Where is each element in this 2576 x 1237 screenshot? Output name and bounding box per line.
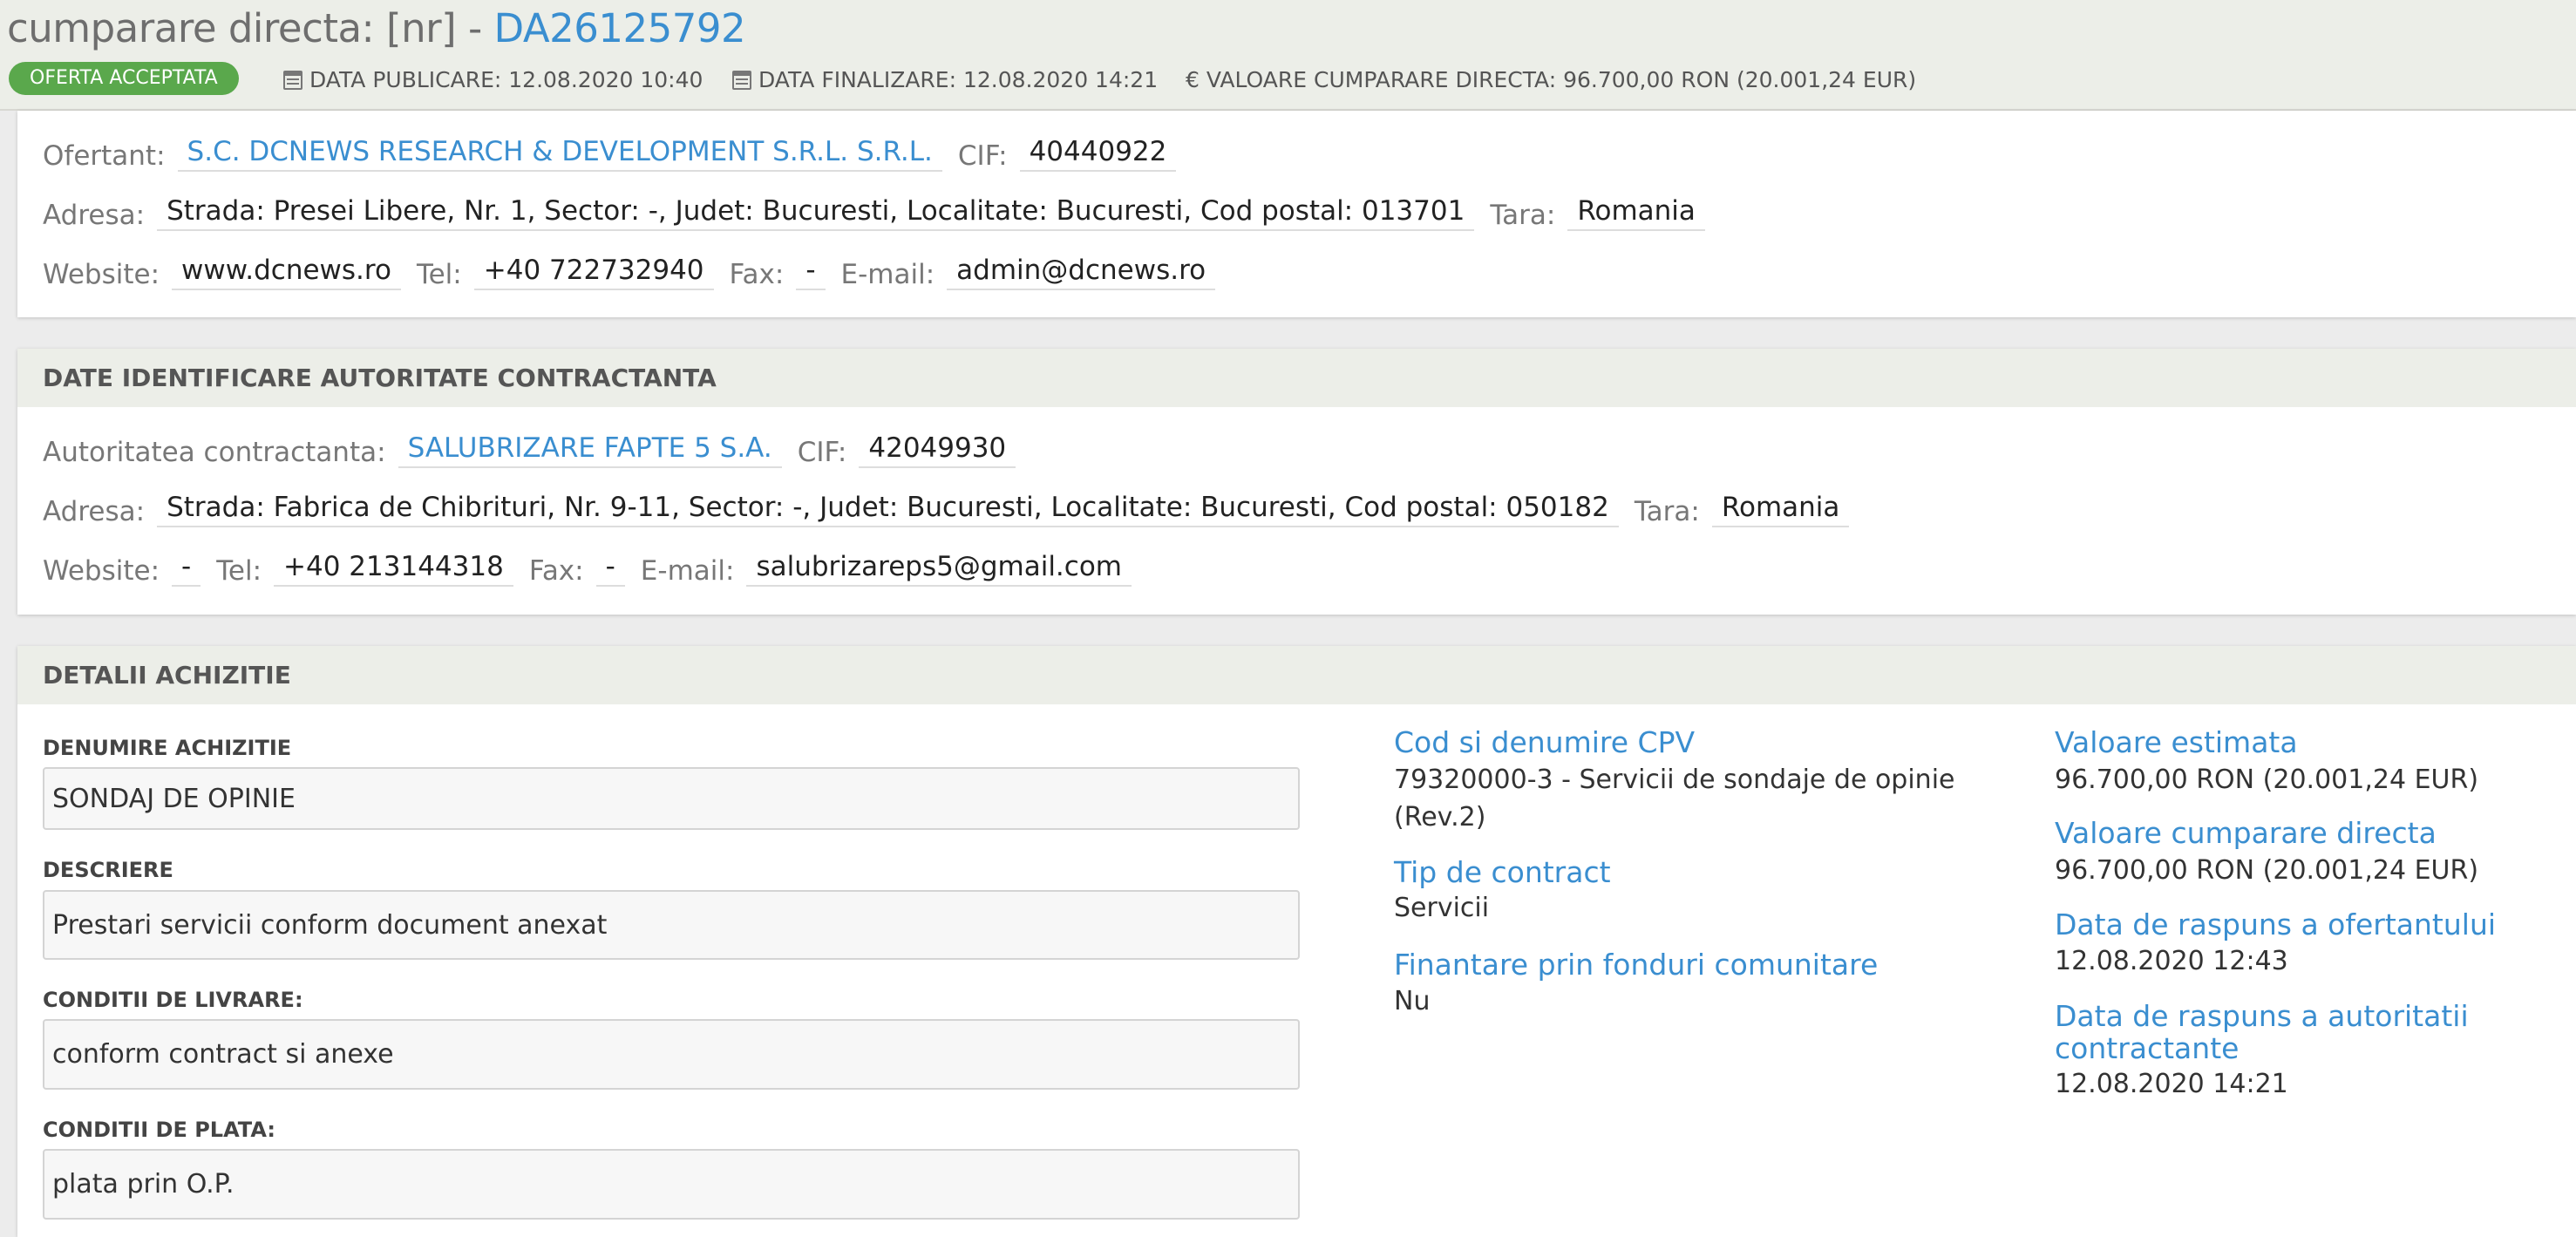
authority-card: DATE IDENTIFICARE AUTORITATE CONTRACTANT…	[17, 349, 2576, 615]
calendar-icon	[732, 70, 751, 90]
euro-icon: €	[1186, 67, 1200, 92]
tel-value: +40 722732940	[473, 255, 714, 290]
authority-name-link[interactable]: SALUBRIZARE FAPTE 5 S.A.	[398, 432, 782, 468]
finalize-date-text: DATA FINALIZARE: 12.08.2020 14:21	[758, 67, 1159, 92]
cif-value: 42049930	[859, 432, 1016, 468]
page-title: cumparare directa: [nr] - DA26125792	[7, 5, 746, 51]
authority-response-title-line2: contractante	[2055, 1031, 2240, 1065]
calendar-icon	[283, 70, 302, 90]
address-value: Strada: Presei Libere, Nr. 1, Sector: -,…	[157, 195, 1475, 231]
direct-purchase-value: 96.700,00 RON (20.001,24 EUR)	[2055, 855, 2479, 886]
bidder-contact-row: Website: www.dcnews.ro Tel: +40 72273294…	[43, 255, 1231, 290]
authority-section-title: DATE IDENTIFICARE AUTORITATE CONTRACTANT…	[17, 349, 2576, 407]
cif-value: 40440922	[1019, 136, 1177, 172]
authority-contact-row: Website: - Tel: +40 213144318 Fax: - E-m…	[43, 551, 1147, 587]
email-value: admin@dcnews.ro	[947, 255, 1216, 290]
purchase-value-text: VALOARE CUMPARARE DIRECTA: 96.700,00 RON…	[1206, 67, 1917, 92]
authority-label: Autoritatea contractanta:	[43, 437, 386, 468]
cif-label: CIF:	[797, 437, 847, 468]
estimated-value: 96.700,00 RON (20.001,24 EUR)	[2055, 765, 2479, 795]
direct-purchase-title: Valoare cumparare directa	[2055, 816, 2437, 850]
delivery-label: CONDITII DE LIVRARE:	[43, 988, 303, 1012]
authority-row: Autoritatea contractanta: SALUBRIZARE FA…	[43, 432, 1031, 468]
bidder-address-row: Adresa: Strada: Presei Libere, Nr. 1, Se…	[43, 195, 1721, 231]
website-value: www.dcnews.ro	[172, 255, 401, 290]
email-label: E-mail:	[640, 555, 735, 587]
tel-value: +40 213144318	[274, 551, 513, 587]
website-label: Website:	[43, 555, 160, 587]
name-label: DENUMIRE ACHIZITIE	[43, 736, 292, 760]
country-value: Romania	[1567, 195, 1705, 231]
bidder-response-value: 12.08.2020 12:43	[2055, 946, 2288, 976]
page-header: cumparare directa: [nr] - DA26125792 OFE…	[0, 0, 2576, 111]
description-field[interactable]: Prestari servicii conform document anexa…	[43, 890, 1300, 960]
authority-response-title-line1: Data de raspuns a autoritatii	[2055, 999, 2469, 1033]
bidder-response-title: Data de raspuns a ofertantului	[2055, 907, 2497, 941]
fax-label: Fax:	[729, 259, 785, 290]
payment-label: CONDITII DE PLATA:	[43, 1118, 275, 1142]
address-label: Adresa:	[43, 496, 146, 527]
payment-field[interactable]: plata prin O.P.	[43, 1149, 1300, 1220]
authority-address-row: Adresa: Strada: Fabrica de Chibrituri, N…	[43, 492, 1865, 527]
cpv-value-line2: (Rev.2)	[1394, 802, 1486, 833]
country-label: Tara:	[1490, 200, 1556, 231]
publish-date-text: DATA PUBLICARE: 12.08.2020 10:40	[309, 67, 703, 92]
description-label: DESCRIERE	[43, 858, 173, 882]
bidder-name-link[interactable]: S.C. DCNEWS RESEARCH & DEVELOPMENT S.R.L…	[177, 136, 942, 172]
publish-date: DATA PUBLICARE: 12.08.2020 10:40	[283, 67, 703, 92]
eu-funding-title: Finantare prin fonduri comunitare	[1394, 948, 1879, 982]
country-label: Tara:	[1634, 496, 1700, 527]
address-label: Adresa:	[43, 200, 146, 231]
cpv-title: Cod si denumire CPV	[1394, 725, 1696, 759]
fax-label: Fax:	[528, 555, 584, 587]
country-value: Romania	[1711, 492, 1850, 527]
procurement-id-link[interactable]: DA26125792	[494, 5, 746, 51]
status-badge: OFERTA ACCEPTATA	[9, 62, 239, 95]
fax-value: -	[796, 255, 826, 290]
cif-label: CIF:	[957, 140, 1008, 172]
email-value: salubrizareps5@gmail.com	[746, 551, 1132, 587]
tel-label: Tel:	[216, 555, 262, 587]
contract-type-value: Servicii	[1394, 893, 1490, 923]
eu-funding-value: Nu	[1394, 986, 1431, 1016]
delivery-field[interactable]: conform contract si anexe	[43, 1019, 1300, 1090]
bidder-row: Ofertant: S.C. DCNEWS RESEARCH & DEVELOP…	[43, 136, 1192, 172]
website-label: Website:	[43, 259, 160, 290]
cpv-value-line1: 79320000-3 - Servicii de sondaje de opin…	[1394, 765, 1955, 795]
website-value: -	[172, 551, 201, 587]
contract-type-title: Tip de contract	[1394, 855, 1611, 889]
estimated-value-title: Valoare estimata	[2055, 725, 2298, 759]
address-value: Strada: Fabrica de Chibrituri, Nr. 9-11,…	[157, 492, 1619, 527]
bidder-card: Ofertant: S.C. DCNEWS RESEARCH & DEVELOP…	[17, 111, 2576, 317]
purchase-value: € VALOARE CUMPARARE DIRECTA: 96.700,00 R…	[1186, 67, 1916, 92]
finalize-date: DATA FINALIZARE: 12.08.2020 14:21	[732, 67, 1158, 92]
authority-response-value: 12.08.2020 14:21	[2055, 1069, 2288, 1099]
fax-value: -	[595, 551, 625, 587]
email-label: E-mail:	[840, 259, 935, 290]
details-card: DETALII ACHIZITIE DENUMIRE ACHIZITIE SON…	[17, 646, 2576, 1237]
tel-label: Tel:	[416, 259, 462, 290]
title-prefix: cumparare directa: [nr] -	[7, 5, 494, 51]
name-field[interactable]: SONDAJ DE OPINIE	[43, 767, 1300, 830]
bidder-label: Ofertant:	[43, 140, 166, 172]
details-section-title: DETALII ACHIZITIE	[17, 646, 2576, 704]
